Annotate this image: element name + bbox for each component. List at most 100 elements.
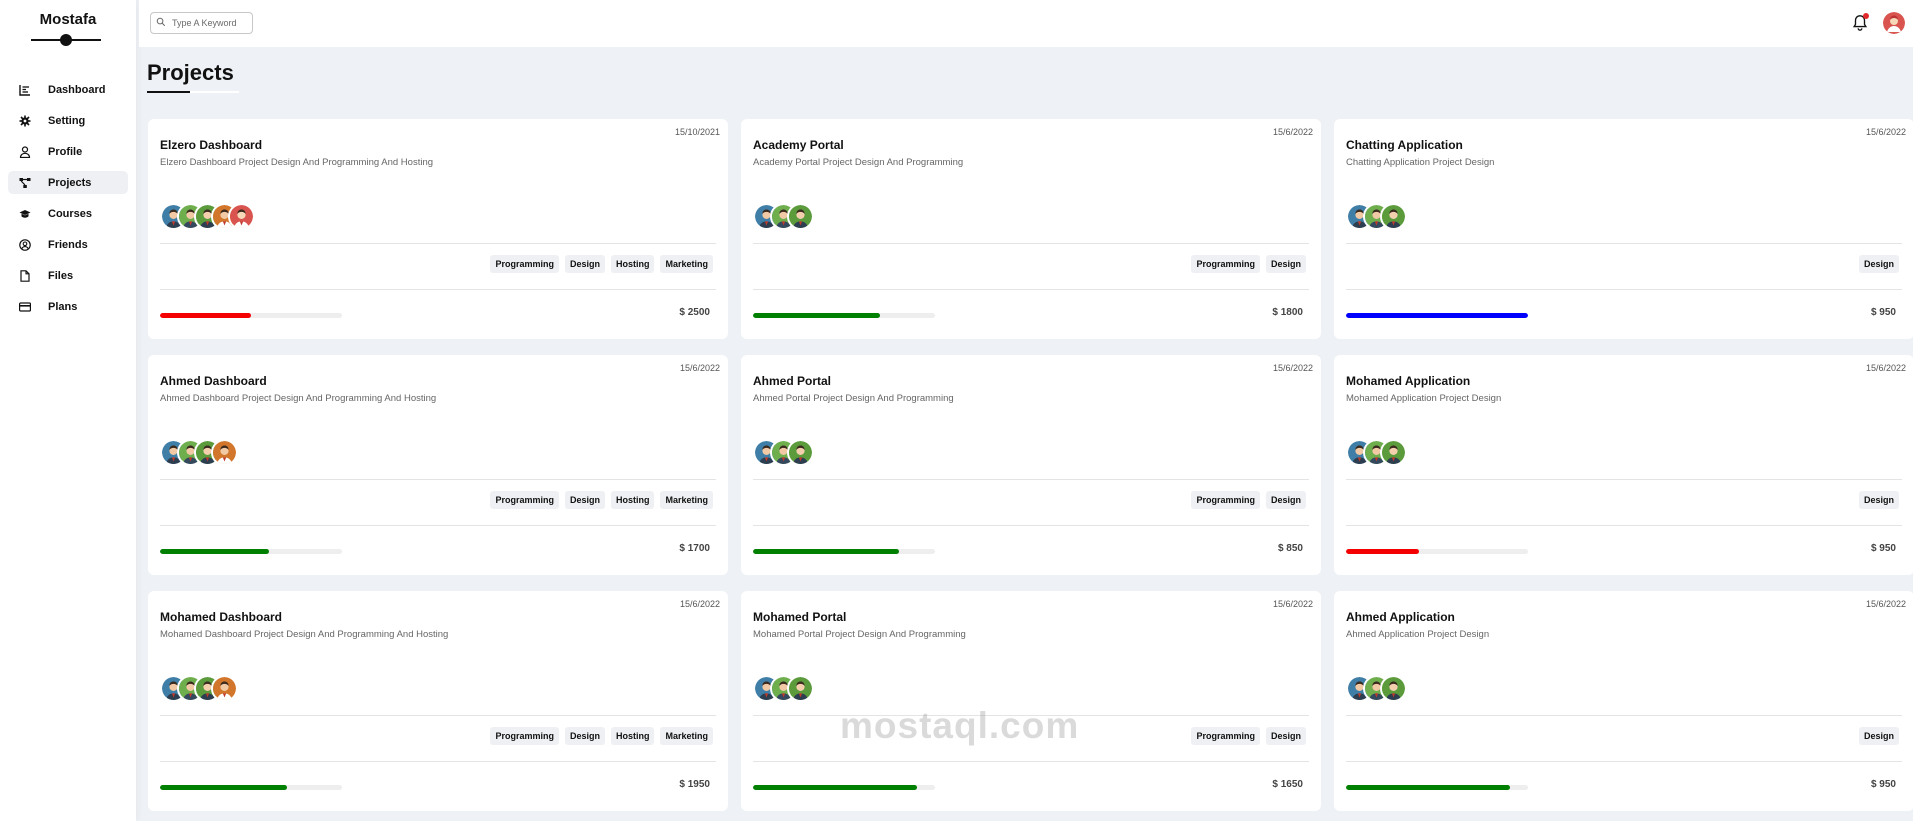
divider [160,479,716,480]
project-card[interactable]: 15/6/2022 Chatting Application Chatting Ap… [1334,119,1913,339]
project-title: Mohamed Application [1346,374,1471,388]
project-description: Mohamed Portal Project Design And Progra… [753,629,966,640]
project-title: Ahmed Dashboard [160,374,267,388]
project-tag: Design [1265,491,1306,509]
progress-fill [753,785,917,790]
team-member-avatar[interactable] [1380,675,1407,702]
project-price: $ 950 [1870,779,1896,790]
project-tags: Programming Design [1191,255,1306,273]
sidebar-item-label: Profile [48,145,83,158]
project-date: 15/6/2022 [1272,363,1313,373]
brand-name: Mostafa [39,11,97,28]
project-tag: Design [564,727,605,745]
divider [753,243,1309,244]
team-member-avatar[interactable] [787,203,814,230]
team-member-avatar[interactable] [1380,439,1407,466]
project-date: 15/6/2022 [1272,599,1313,609]
sidebar-item-profile[interactable]: Profile [8,140,128,163]
watermark: mostaql.com [840,705,1080,746]
search-box[interactable] [150,12,253,34]
progress-bar [160,549,342,554]
divider [1346,715,1902,716]
project-description: Elzero Dashboard Project Design And Prog… [160,157,434,168]
project-card[interactable]: 15/6/2022 Mohamed Application Mohamed Appl… [1334,355,1913,575]
progress-fill [1346,785,1510,790]
progress-fill [160,549,270,554]
graduation-cap-icon [18,207,32,221]
progress-bar [753,313,935,318]
sidebar-item-label: Courses [48,207,93,220]
project-tags: Design [1858,255,1899,273]
team-member-avatar[interactable] [228,203,255,230]
team-avatars [160,203,255,231]
project-card[interactable]: 15/6/2022 Academy Portal Academy Portal Pr… [741,119,1321,339]
project-date: 15/10/2021 [674,127,720,137]
project-card[interactable]: 15/6/2022 Mohamed Dashboard Mohamed Dashbo… [148,591,728,811]
sidebar-item-friends[interactable]: Friends [8,233,128,256]
sidebar-item-dashboard[interactable]: Dashboard [8,78,128,101]
project-card[interactable]: 15/10/2021 Elzero Dashboard Elzero Dashboa… [148,119,728,339]
team-avatars [1346,675,1407,703]
user-circle-icon [18,238,32,252]
project-tag: Marketing [660,491,713,509]
header [139,0,1913,47]
user-avatar[interactable] [1883,12,1905,34]
project-tag: Design [1858,727,1899,745]
search-icon [156,14,172,32]
sidebar-item-setting[interactable]: Setting [8,109,128,132]
notification-dot [1863,13,1869,19]
project-tag: Programming [490,727,559,745]
project-date: 15/6/2022 [1272,127,1313,137]
notification-bell-icon[interactable] [1851,13,1869,32]
team-avatars [753,439,814,467]
project-tag: Programming [1191,491,1260,509]
team-avatars [1346,439,1407,467]
sidebar: Mostafa Dashboard Setting Profile Projects C… [0,0,136,821]
project-tag: Design [1265,727,1306,745]
project-title: Ahmed Portal [753,374,832,388]
project-date: 15/6/2022 [1865,363,1906,373]
sidebar-item-label: Plans [48,300,78,313]
divider [160,715,716,716]
divider [1346,289,1902,290]
sidebar-item-label: Friends [48,238,88,251]
project-card[interactable]: 15/6/2022 Mohamed Portal Mohamed Portal Pr… [741,591,1321,811]
divider [753,479,1309,480]
search-input[interactable] [172,18,250,28]
progress-fill [1346,549,1419,554]
file-icon [18,269,32,283]
project-tag: Programming [1191,727,1260,745]
project-tag: Hosting [610,727,655,745]
sidebar-item-files[interactable]: Files [8,264,128,287]
team-member-avatar[interactable] [787,439,814,466]
project-price: $ 1950 [679,779,710,790]
brand-dot [60,34,72,46]
gear-icon [18,114,32,128]
project-price: $ 2500 [679,307,710,318]
team-member-avatar[interactable] [1380,203,1407,230]
project-tag: Hosting [610,491,655,509]
project-card[interactable]: 15/6/2022 Ahmed Application Ahmed Applicat… [1334,591,1913,811]
divider [160,761,716,762]
sidebar-item-label: Setting [48,114,86,127]
team-member-avatar[interactable] [211,675,238,702]
project-date: 15/6/2022 [679,363,720,373]
project-description: Chatting Application Project Design [1346,157,1495,168]
project-tag: Programming [490,491,559,509]
project-tag: Design [564,255,605,273]
project-tags: Design [1858,727,1899,745]
sidebar-item-courses[interactable]: Courses [8,202,128,225]
project-title: Academy Portal [753,138,844,152]
project-card[interactable]: 15/6/2022 Ahmed Dashboard Ahmed Dashboard … [148,355,728,575]
sidebar-nav: Dashboard Setting Profile Projects Courses Fr… [0,58,136,318]
project-description: Academy Portal Project Design And Progra… [753,157,964,168]
credit-card-icon [18,300,32,314]
team-member-avatar[interactable] [787,675,814,702]
sidebar-item-projects[interactable]: Projects [8,171,128,194]
team-member-avatar[interactable] [211,439,238,466]
project-card[interactable]: 15/6/2022 Ahmed Portal Ahmed Portal Projec… [741,355,1321,575]
sidebar-item-plans[interactable]: Plans [8,295,128,318]
project-price: $ 1700 [679,543,710,554]
project-title: Chatting Application [1346,138,1463,152]
brand: Mostafa [0,0,136,58]
